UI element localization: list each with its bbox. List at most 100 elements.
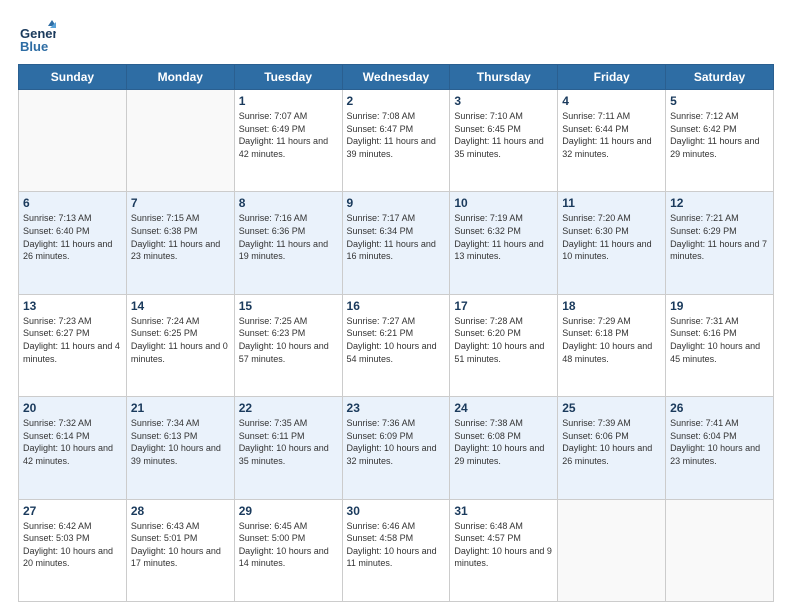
day-cell [558,499,666,601]
weekday-header-sunday: Sunday [19,65,127,90]
day-cell: 21Sunrise: 7:34 AM Sunset: 6:13 PM Dayli… [126,397,234,499]
day-detail: Sunrise: 7:13 AM Sunset: 6:40 PM Dayligh… [23,212,122,262]
day-number: 3 [454,94,553,108]
day-number: 15 [239,299,338,313]
day-cell: 26 Sunrise: 7:41 AM Sunset: 6:04 PM Dayli… [666,397,774,499]
day-detail: Sunrise: 7:20 AM Sunset: 6:30 PM Dayligh… [562,212,661,262]
day-number: 24 [454,401,553,415]
day-detail: Sunrise: 7:39 AM Sunset: 6:06 PM Dayligh… [562,417,661,467]
day-detail: Sunrise: 7:21 AM Sunset: 6:29 PM Dayligh… [670,212,769,262]
day-detail: Sunrise: 7:24 AM Sunset: 6:25 PM Dayligh… [131,315,230,365]
day-detail: Sunrise: 7:11 AM Sunset: 6:44 PM Dayligh… [562,110,661,160]
day-detail: Sunrise: 7:41 AM Sunset: 6:04 PM Dayligh… [670,417,769,467]
day-detail: Sunrise: 7:17 AM Sunset: 6:34 PM Dayligh… [347,212,446,262]
day-number: 13 [23,299,122,313]
day-detail: Sunrise: 7:29 AM Sunset: 6:18 PM Dayligh… [562,315,661,365]
day-number: 9 [347,196,446,210]
day-detail: Sunrise: 7:07 AM Sunset: 6:49 PM Dayligh… [239,110,338,160]
day-detail: Sunrise: 6:43 AM Sunset: 5:01 PM Dayligh… [131,520,230,570]
day-number: 20 [23,401,122,415]
day-number: 22 [239,401,338,415]
logo: General Blue [18,18,60,56]
day-cell: 22 Sunrise: 7:35 AM Sunset: 6:11 PM Dayli… [234,397,342,499]
weekday-header-tuesday: Tuesday [234,65,342,90]
day-detail: Sunrise: 7:32 AM Sunset: 6:14 PM Dayligh… [23,417,122,467]
day-cell: 6 Sunrise: 7:13 AM Sunset: 6:40 PM Daylig… [19,192,127,294]
day-cell: 14 Sunrise: 7:24 AM Sunset: 6:25 PM Dayli… [126,294,234,396]
day-detail: Sunrise: 7:28 AM Sunset: 6:20 PM Dayligh… [454,315,553,365]
day-cell: 19 Sunrise: 7:31 AM Sunset: 6:16 PM Dayli… [666,294,774,396]
day-detail: Sunrise: 7:08 AM Sunset: 6:47 PM Dayligh… [347,110,446,160]
day-cell: 28Sunrise: 6:43 AM Sunset: 5:01 PM Dayli… [126,499,234,601]
day-cell: 17 Sunrise: 7:28 AM Sunset: 6:20 PM Dayli… [450,294,558,396]
day-cell: 10Sunrise: 7:19 AM Sunset: 6:32 PM Dayli… [450,192,558,294]
calendar-table: SundayMondayTuesdayWednesdayThursdayFrid… [18,64,774,602]
day-number: 4 [562,94,661,108]
day-number: 27 [23,504,122,518]
day-number: 14 [131,299,230,313]
day-cell [666,499,774,601]
day-number: 23 [347,401,446,415]
weekday-header-monday: Monday [126,65,234,90]
day-number: 6 [23,196,122,210]
day-number: 18 [562,299,661,313]
day-number: 29 [239,504,338,518]
day-cell: 31Sunrise: 6:48 AM Sunset: 4:57 PM Dayli… [450,499,558,601]
day-detail: Sunrise: 6:45 AM Sunset: 5:00 PM Dayligh… [239,520,338,570]
day-detail: Sunrise: 7:38 AM Sunset: 6:08 PM Dayligh… [454,417,553,467]
calendar-page: General Blue SundayMondayTuesdayWednesda… [0,0,792,612]
day-detail: Sunrise: 6:48 AM Sunset: 4:57 PM Dayligh… [454,520,553,570]
day-number: 30 [347,504,446,518]
day-cell [126,90,234,192]
day-cell: 30Sunrise: 6:46 AM Sunset: 4:58 PM Dayli… [342,499,450,601]
day-cell: 1 Sunrise: 7:07 AM Sunset: 6:49 PM Daylig… [234,90,342,192]
day-number: 2 [347,94,446,108]
day-detail: Sunrise: 7:23 AM Sunset: 6:27 PM Dayligh… [23,315,122,365]
day-cell [19,90,127,192]
day-cell: 7 Sunrise: 7:15 AM Sunset: 6:38 PM Daylig… [126,192,234,294]
day-number: 16 [347,299,446,313]
day-detail: Sunrise: 7:10 AM Sunset: 6:45 PM Dayligh… [454,110,553,160]
day-cell: 16 Sunrise: 7:27 AM Sunset: 6:21 PM Dayli… [342,294,450,396]
weekday-header-thursday: Thursday [450,65,558,90]
day-cell: 13 Sunrise: 7:23 AM Sunset: 6:27 PM Dayli… [19,294,127,396]
day-number: 10 [454,196,553,210]
logo-icon: General Blue [18,18,56,56]
week-row-4: 20 Sunrise: 7:32 AM Sunset: 6:14 PM Dayli… [19,397,774,499]
weekday-header-saturday: Saturday [666,65,774,90]
day-cell: 8Sunrise: 7:16 AM Sunset: 6:36 PM Daylig… [234,192,342,294]
day-detail: Sunrise: 6:42 AM Sunset: 5:03 PM Dayligh… [23,520,122,570]
day-detail: Sunrise: 7:12 AM Sunset: 6:42 PM Dayligh… [670,110,769,160]
header: General Blue [18,18,774,56]
day-cell: 18 Sunrise: 7:29 AM Sunset: 6:18 PM Dayli… [558,294,666,396]
day-detail: Sunrise: 7:15 AM Sunset: 6:38 PM Dayligh… [131,212,230,262]
day-detail: Sunrise: 7:36 AM Sunset: 6:09 PM Dayligh… [347,417,446,467]
day-number: 17 [454,299,553,313]
day-cell: 24 Sunrise: 7:38 AM Sunset: 6:08 PM Dayli… [450,397,558,499]
weekday-header-row: SundayMondayTuesdayWednesdayThursdayFrid… [19,65,774,90]
day-number: 25 [562,401,661,415]
day-cell: 23 Sunrise: 7:36 AM Sunset: 6:09 PM Dayli… [342,397,450,499]
day-cell: 9 Sunrise: 7:17 AM Sunset: 6:34 PM Daylig… [342,192,450,294]
day-detail: Sunrise: 7:27 AM Sunset: 6:21 PM Dayligh… [347,315,446,365]
week-row-5: 27 Sunrise: 6:42 AM Sunset: 5:03 PM Dayli… [19,499,774,601]
day-detail: Sunrise: 7:35 AM Sunset: 6:11 PM Dayligh… [239,417,338,467]
day-number: 12 [670,196,769,210]
day-cell: 15Sunrise: 7:25 AM Sunset: 6:23 PM Dayli… [234,294,342,396]
day-number: 11 [562,196,661,210]
week-row-1: 1 Sunrise: 7:07 AM Sunset: 6:49 PM Daylig… [19,90,774,192]
day-detail: Sunrise: 7:31 AM Sunset: 6:16 PM Dayligh… [670,315,769,365]
day-cell: 3 Sunrise: 7:10 AM Sunset: 6:45 PM Daylig… [450,90,558,192]
svg-text:Blue: Blue [20,39,48,54]
day-cell: 4 Sunrise: 7:11 AM Sunset: 6:44 PM Daylig… [558,90,666,192]
day-number: 19 [670,299,769,313]
day-cell: 12 Sunrise: 7:21 AM Sunset: 6:29 PM Dayli… [666,192,774,294]
day-number: 26 [670,401,769,415]
day-number: 7 [131,196,230,210]
day-cell: 2 Sunrise: 7:08 AM Sunset: 6:47 PM Daylig… [342,90,450,192]
weekday-header-friday: Friday [558,65,666,90]
day-number: 1 [239,94,338,108]
day-cell: 11 Sunrise: 7:20 AM Sunset: 6:30 PM Dayli… [558,192,666,294]
day-number: 8 [239,196,338,210]
day-cell: 25 Sunrise: 7:39 AM Sunset: 6:06 PM Dayli… [558,397,666,499]
